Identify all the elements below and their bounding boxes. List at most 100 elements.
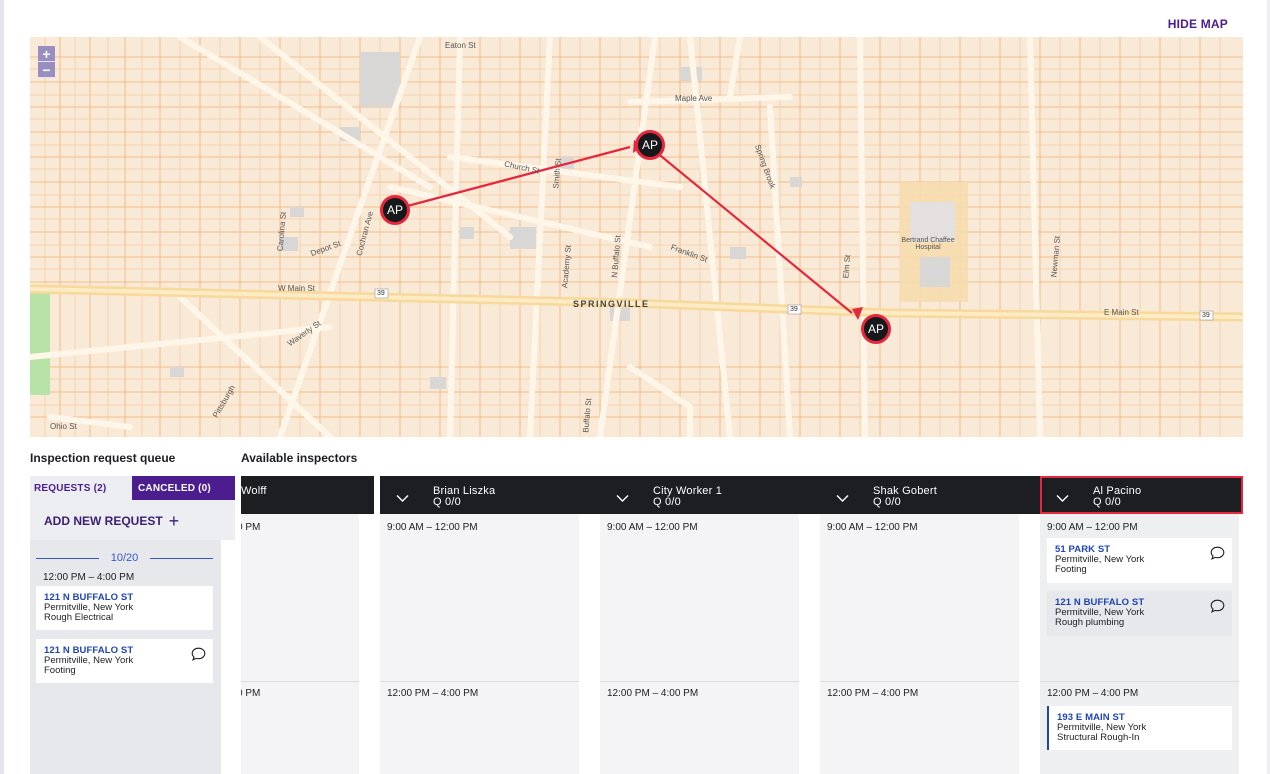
- inspector-schedule[interactable]: 9:00 AM – 12:00 PM 51 PARK ST Permitvill…: [1040, 514, 1239, 774]
- request-card[interactable]: 121 N BUFFALO ST Permitville, New York R…: [36, 586, 213, 630]
- column-scrollbar[interactable]: [799, 514, 819, 774]
- zoom-controls: + −: [38, 46, 55, 78]
- slot-time: 0 PM: [241, 522, 261, 533]
- street-label: W Main St: [278, 284, 315, 293]
- street-label: N Buffalo St: [609, 234, 623, 279]
- chevron-down-icon[interactable]: [616, 490, 629, 508]
- inspector-queue: Q 0/0: [1093, 496, 1121, 508]
- inspector-schedule[interactable]: 9:00 AM – 12:00 PM 12:00 PM – 4:00 PM: [820, 514, 1019, 774]
- divider-line: [36, 557, 99, 559]
- inspector-header[interactable]: Al Pacino Q 0/0: [1040, 476, 1243, 514]
- street-label: Spring Brook: [752, 143, 778, 190]
- inspector-schedule[interactable]: 0 PM 0 PM: [241, 514, 359, 774]
- street-label: Depot St: [309, 238, 342, 259]
- inspector-queue: Q 0/0: [433, 496, 461, 508]
- comment-icon[interactable]: [1210, 599, 1225, 618]
- slot-time: 9:00 AM – 12:00 PM: [827, 522, 918, 533]
- street-label: Newman St: [1049, 235, 1062, 278]
- column-scrollbar[interactable]: [1019, 514, 1039, 774]
- tab-canceled[interactable]: CANCELED (0): [132, 476, 235, 500]
- column-scrollbar[interactable]: [579, 514, 599, 774]
- slot-time: 12:00 PM – 4:00 PM: [387, 688, 479, 699]
- inspector-header[interactable]: Brian Liszka Q 0/0: [380, 476, 614, 514]
- divider-line: [150, 557, 213, 559]
- column-scrollbar[interactable]: [359, 514, 374, 774]
- request-queue-panel: REQUESTS (2) CANCELED (0) ADD NEW REQUES…: [30, 476, 235, 774]
- slot-time: 9:00 AM – 12:00 PM: [607, 522, 698, 533]
- queue-list[interactable]: 10/20 12:00 PM – 4:00 PM 121 N BUFFALO S…: [30, 540, 221, 774]
- street-label: Franklin St: [669, 242, 709, 265]
- inspector-schedule[interactable]: 9:00 AM – 12:00 PM 12:00 PM – 4:00 PM: [380, 514, 579, 774]
- slot-time: 12:00 PM – 4:00 PM: [827, 688, 919, 699]
- inspector-column: Brian Liszka Q 0/0 9:00 AM – 12:00 PM 12…: [380, 476, 614, 774]
- route-shield: 39: [790, 306, 798, 313]
- app-page: HIDE MAP Eaton St Maple Ave Church St Sm…: [0, 0, 1270, 774]
- inspector-column: Wolff 0 0 PM 0 PM: [241, 476, 374, 774]
- add-new-request-button[interactable]: ADD NEW REQUEST +: [44, 511, 180, 531]
- assigned-card[interactable]: 121 N BUFFALO ST Permitville, New York R…: [1047, 591, 1232, 636]
- hide-map-button[interactable]: HIDE MAP: [1168, 17, 1228, 31]
- inspector-marker[interactable]: AP: [861, 314, 891, 344]
- slot-time: 9:00 AM – 12:00 PM: [387, 522, 478, 533]
- street-label: Pittsburgh: [211, 383, 237, 420]
- street-label: Ohio St: [50, 422, 77, 431]
- queue-scrollbar[interactable]: [221, 540, 235, 774]
- zoom-in-button[interactable]: +: [38, 46, 55, 62]
- street-label: Eaton St: [445, 41, 476, 50]
- request-type: Rough Electrical: [44, 612, 114, 623]
- slot-time: 12:00 PM – 4:00 PM: [1047, 688, 1139, 699]
- street-label: Church St: [503, 159, 541, 176]
- inspector-marker[interactable]: AP: [635, 130, 665, 160]
- queue-title: Inspection request queue: [30, 451, 176, 465]
- queue-tabs: REQUESTS (2) CANCELED (0): [30, 476, 235, 500]
- slot-divider: [600, 681, 799, 682]
- street-label: Cochran Ave: [354, 210, 376, 257]
- slot-time: 0 PM: [241, 688, 261, 699]
- map-view[interactable]: Eaton St Maple Ave Church St Smith St Sp…: [30, 37, 1243, 437]
- street-label: Carolina St: [275, 211, 288, 252]
- comment-icon[interactable]: [1210, 546, 1225, 565]
- zoom-out-button[interactable]: −: [38, 62, 55, 78]
- time-slot-label: 12:00 PM – 4:00 PM: [43, 572, 135, 583]
- inspector-column: Shak Gobert Q 0/0 9:00 AM – 12:00 PM 12:…: [820, 476, 1054, 774]
- request-type: Footing: [44, 665, 76, 676]
- street-label: Smith St: [551, 158, 563, 189]
- inspector-marker[interactable]: AP: [380, 195, 410, 225]
- date-divider: 10/20: [36, 552, 213, 564]
- slot-divider: [1040, 681, 1239, 682]
- route-shield: 39: [1202, 312, 1210, 319]
- card-type: Rough plumbing: [1055, 617, 1125, 628]
- slot-time: 9:00 AM – 12:00 PM: [1047, 522, 1138, 533]
- map-labels: Eaton St Maple Ave Church St Smith St Sp…: [30, 37, 1243, 437]
- inspector-header[interactable]: Shak Gobert Q 0/0: [820, 476, 1054, 514]
- street-label: Maple Ave: [675, 94, 713, 103]
- chevron-down-icon[interactable]: [1056, 490, 1069, 508]
- inspectors-board[interactable]: Wolff 0 0 PM 0 PM Brian Liszka Q 0/0 9:0…: [241, 476, 1243, 774]
- town-label: SPRINGVILLE: [573, 299, 650, 309]
- chevron-down-icon[interactable]: [396, 490, 409, 508]
- street-label: Elm St: [841, 254, 853, 279]
- slot-divider: [241, 681, 359, 682]
- card-type: Footing: [1055, 564, 1087, 575]
- inspector-header[interactable]: City Worker 1 Q 0/0: [600, 476, 834, 514]
- plus-icon: +: [168, 511, 180, 531]
- street-label: Waverly St: [285, 318, 323, 349]
- date-label: 10/20: [110, 552, 139, 564]
- assigned-card[interactable]: 193 E MAIN ST Permitville, New York Stru…: [1047, 706, 1232, 750]
- tab-requests[interactable]: REQUESTS (2): [30, 476, 132, 500]
- inspector-column: City Worker 1 Q 0/0 9:00 AM – 12:00 PM 1…: [600, 476, 834, 774]
- inspector-column-active: Al Pacino Q 0/0 9:00 AM – 12:00 PM 51 PA…: [1040, 476, 1243, 774]
- chevron-down-icon[interactable]: [836, 490, 849, 508]
- card-type: Structural Rough-In: [1057, 732, 1140, 743]
- request-card[interactable]: 121 N BUFFALO ST Permitville, New York F…: [36, 639, 213, 683]
- street-label: Buffalo St: [581, 397, 594, 434]
- inspector-queue: Q 0/0: [873, 496, 901, 508]
- street-label: Academy St: [560, 244, 573, 289]
- assigned-card[interactable]: 51 PARK ST Permitville, New York Footing: [1047, 538, 1232, 583]
- add-new-request-label: ADD NEW REQUEST: [44, 514, 163, 528]
- inspector-queue: Q 0/0: [653, 496, 681, 508]
- inspector-schedule[interactable]: 9:00 AM – 12:00 PM 12:00 PM – 4:00 PM: [600, 514, 799, 774]
- inspector-header[interactable]: Wolff 0: [241, 476, 374, 514]
- inspectors-title: Available inspectors: [241, 451, 358, 465]
- comment-icon[interactable]: [191, 647, 206, 666]
